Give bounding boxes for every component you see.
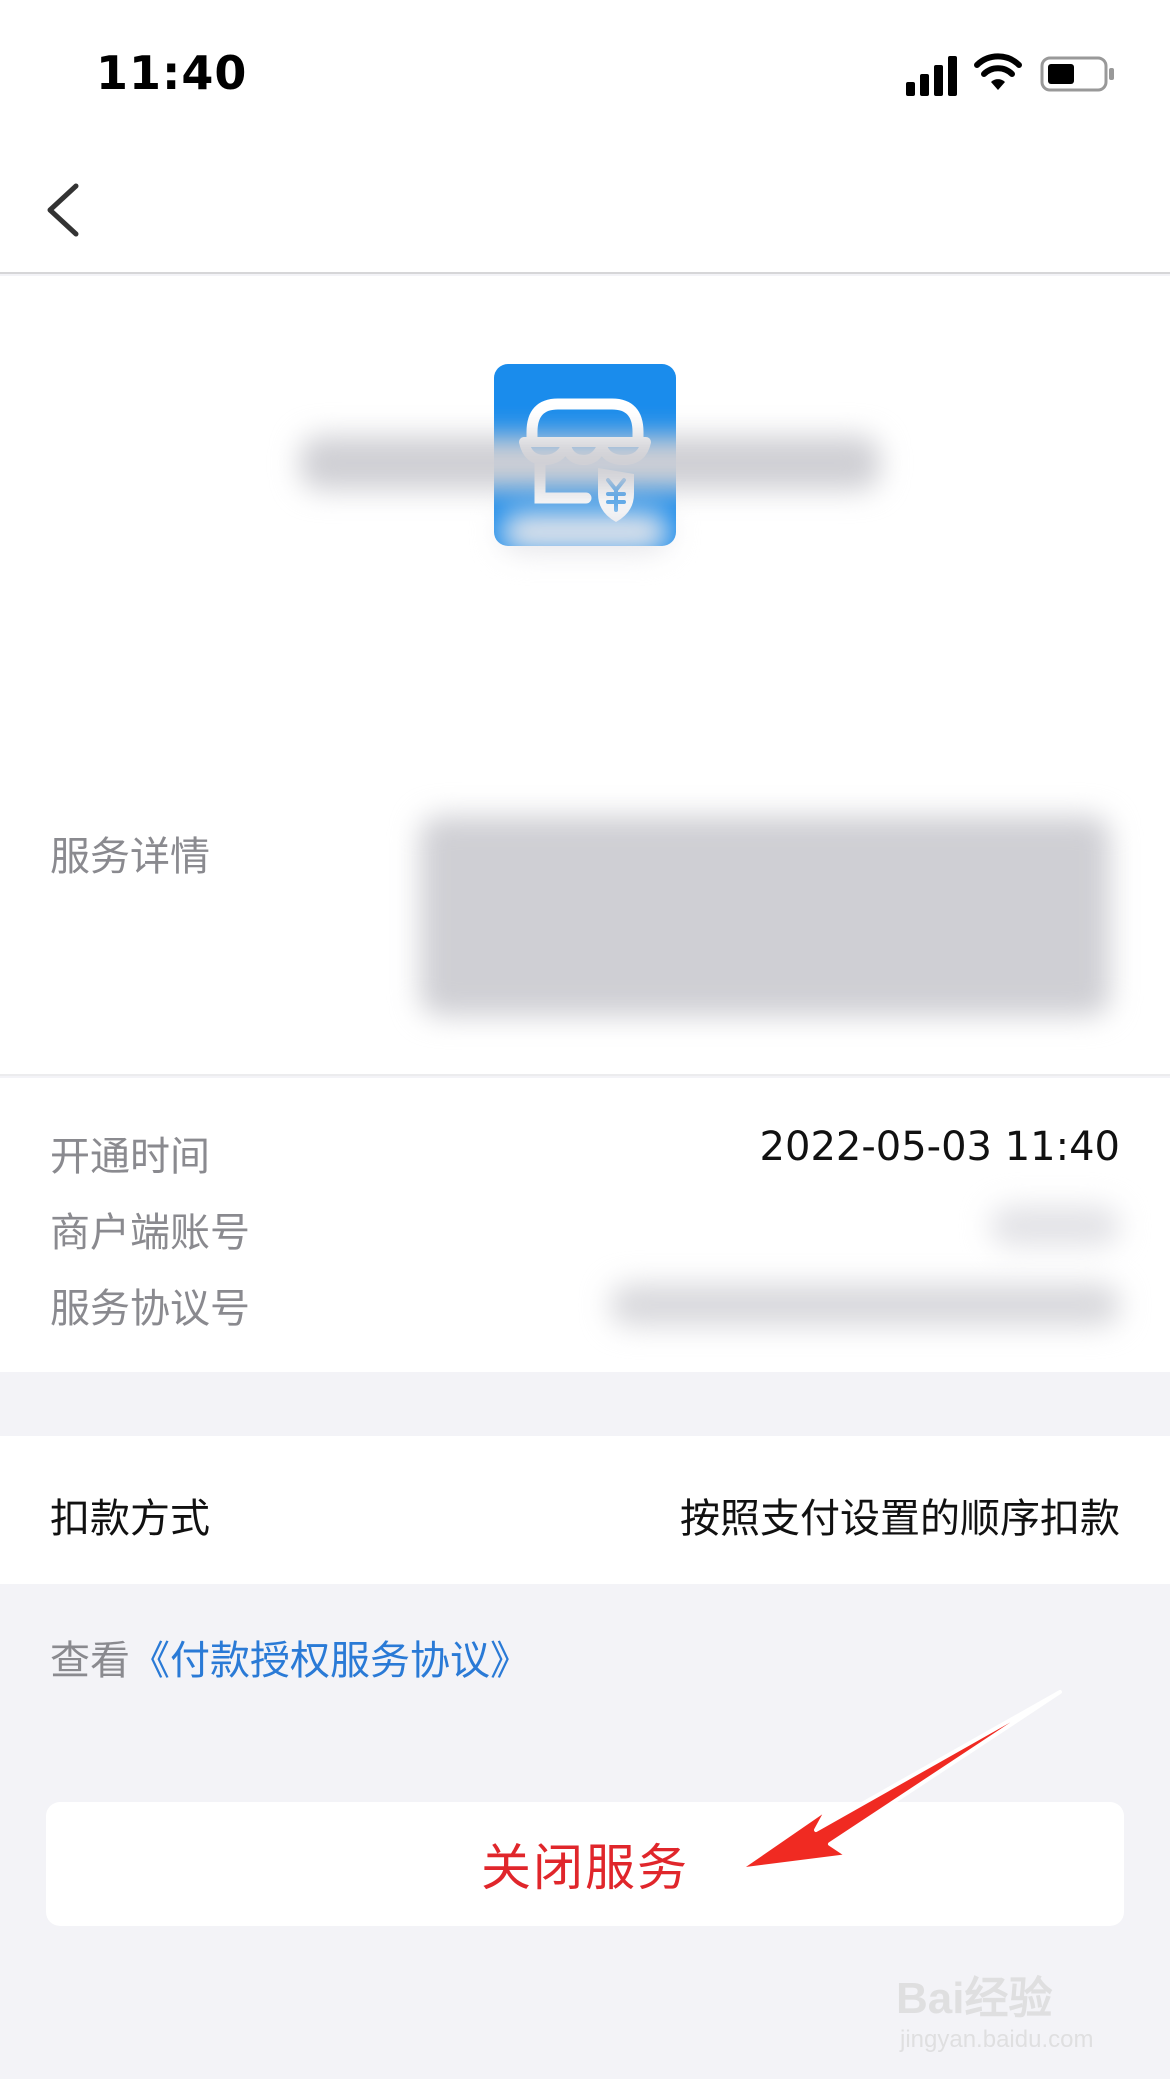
agreement-line: 查看《付款授权服务协议》 <box>50 1628 530 1686</box>
deduction-label: 扣款方式 <box>50 1496 210 1542</box>
merchant-name-redacted <box>300 436 880 490</box>
watermark-sub: jingyan.baidu.com <box>900 2026 1094 2053</box>
service-detail-redacted <box>420 816 1110 1016</box>
info-row-merchant-account: 商户端账号 <box>50 1200 1120 1260</box>
divider <box>0 1074 1170 1076</box>
merchant-subtitle-redacted <box>500 512 670 552</box>
deduction-method-row[interactable]: 扣款方式 按照支付设置的顺序扣款 <box>0 1436 1170 1584</box>
info-label: 服务协议号 <box>50 1286 250 1332</box>
service-detail-label: 服务详情 <box>50 834 210 880</box>
baidu-jingyan-watermark: Bai经验 jingyan.baidu.com <box>896 1954 1136 2064</box>
service-header: 服务详情 <box>0 276 1170 1076</box>
cellular-signal-icon <box>906 56 957 96</box>
back-chevron-icon[interactable] <box>40 180 86 240</box>
info-label: 开通时间 <box>50 1134 210 1180</box>
info-value: 2022-05-03 11:40 <box>759 1124 1120 1170</box>
watermark-text: Bai经验 <box>896 1974 1053 2023</box>
info-row-open-time: 开通时间 2022-05-03 11:40 <box>50 1124 1120 1184</box>
info-row-agreement-number: 服务协议号 <box>50 1276 1120 1336</box>
agreement-number-redacted <box>610 1284 1120 1326</box>
wifi-icon <box>974 53 1022 90</box>
agreement-link[interactable]: 《付款授权服务协议》 <box>130 1638 530 1684</box>
info-section: 开通时间 2022-05-03 11:40 商户端账号 服务协议号 <box>0 1078 1170 1372</box>
close-service-button[interactable]: 关闭服务 <box>46 1802 1124 1926</box>
status-time: 11:40 <box>96 46 248 100</box>
status-bar: 11:40 <box>0 0 1170 140</box>
deduction-value: 按照支付设置的顺序扣款 <box>680 1496 1120 1542</box>
nav-bar <box>0 140 1170 274</box>
close-service-label: 关闭服务 <box>481 1839 689 1897</box>
merchant-account-redacted <box>990 1206 1120 1246</box>
agreement-prefix: 查看 <box>50 1638 130 1684</box>
info-label: 商户端账号 <box>50 1210 250 1256</box>
battery-icon <box>1040 56 1114 92</box>
